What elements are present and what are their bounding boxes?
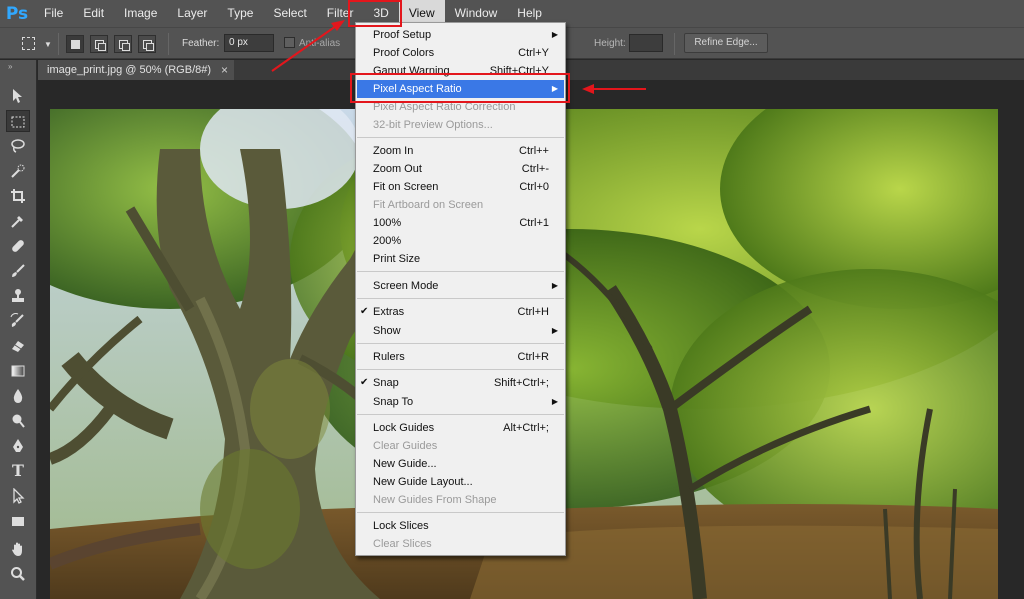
annotation-arrows xyxy=(271,20,646,94)
annotation-arrow-to-pixel-aspect-icon xyxy=(582,84,646,94)
annotation-arrow-to-view-icon xyxy=(271,20,345,72)
